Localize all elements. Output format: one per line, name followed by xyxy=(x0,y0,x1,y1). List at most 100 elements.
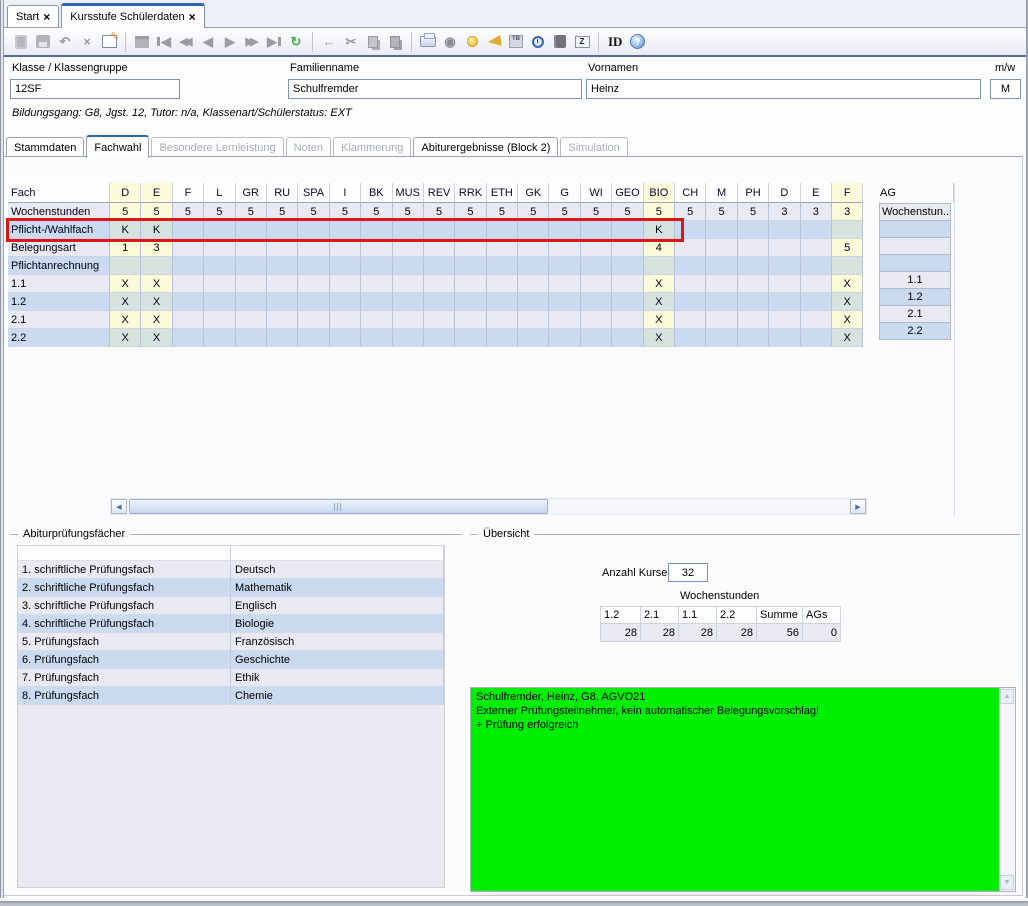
grid-cell[interactable]: 5 xyxy=(204,203,236,221)
grid-cell[interactable] xyxy=(769,275,801,293)
grid-cell[interactable] xyxy=(172,293,205,311)
grid-cell[interactable] xyxy=(831,221,864,239)
timetable-tb-icon[interactable]: TB xyxy=(505,31,527,53)
grid-cell[interactable] xyxy=(549,257,581,275)
grid-cell[interactable] xyxy=(361,275,393,293)
grid-cell[interactable] xyxy=(831,257,864,275)
grid-cell[interactable] xyxy=(423,329,456,347)
grid-cell[interactable] xyxy=(706,239,738,257)
grid-cell[interactable] xyxy=(737,293,770,311)
grid-cell[interactable] xyxy=(800,221,832,239)
grid-cell[interactable] xyxy=(549,221,581,239)
grid-cell[interactable] xyxy=(329,221,362,239)
grid-cell[interactable]: 5 xyxy=(329,203,362,221)
grid-cell[interactable] xyxy=(737,221,770,239)
tab-stammdaten[interactable]: Stammdaten xyxy=(6,137,85,157)
delete-record-icon[interactable]: × xyxy=(76,31,98,53)
clock-icon[interactable] xyxy=(527,31,549,53)
grid-cell[interactable]: 5 xyxy=(110,203,142,221)
grid-cell[interactable] xyxy=(204,311,236,329)
grid-cell[interactable] xyxy=(737,239,770,257)
grid-cell[interactable] xyxy=(235,329,267,347)
grid-cell[interactable]: X xyxy=(643,293,676,311)
grid-cell[interactable] xyxy=(549,311,581,329)
new-record-icon[interactable] xyxy=(10,31,32,53)
grid-cell[interactable] xyxy=(204,257,236,275)
grid-cell[interactable]: 4 xyxy=(643,239,676,257)
grid-cell[interactable] xyxy=(769,257,801,275)
window-tab-start[interactable]: Start × xyxy=(7,5,60,27)
ag-row[interactable] xyxy=(879,220,951,238)
grid-cell[interactable]: X xyxy=(643,275,676,293)
grid-cell[interactable]: 5 xyxy=(549,203,581,221)
grid-cell[interactable]: 3 xyxy=(141,239,173,257)
grid-cell[interactable] xyxy=(423,257,456,275)
grid-cell[interactable] xyxy=(423,239,456,257)
window-tab-kursstufe-sch-lerdaten[interactable]: Kursstufe Schülerdaten × xyxy=(61,3,205,28)
grid-cell[interactable]: 5 xyxy=(737,203,770,221)
exam-row[interactable]: 6. Prüfungsfach Geschichte xyxy=(18,651,444,669)
grid-cell[interactable]: 5 xyxy=(392,203,424,221)
grid-cell[interactable] xyxy=(235,293,267,311)
grid-cell[interactable] xyxy=(361,221,393,239)
grid-cell[interactable] xyxy=(675,257,707,275)
grid-cell[interactable] xyxy=(423,293,456,311)
ag-row[interactable] xyxy=(879,237,951,255)
grid-cell[interactable] xyxy=(423,311,456,329)
grid-cell[interactable] xyxy=(204,221,236,239)
grid-cell[interactable] xyxy=(612,239,644,257)
grid-cell[interactable] xyxy=(706,311,738,329)
grid-cell[interactable]: 5 xyxy=(706,203,738,221)
grid-cell[interactable] xyxy=(737,329,770,347)
grid-cell[interactable] xyxy=(266,239,299,257)
scroll-left-button[interactable]: ◀ xyxy=(111,499,127,514)
grid-cell[interactable] xyxy=(675,293,707,311)
cut-icon[interactable]: ✂ xyxy=(340,31,362,53)
grid-cell[interactable] xyxy=(486,257,519,275)
grid-cell[interactable] xyxy=(518,329,550,347)
grid-cell[interactable]: 5 xyxy=(423,203,456,221)
grid-cell[interactable]: 3 xyxy=(769,203,801,221)
grid-cell[interactable] xyxy=(266,221,299,239)
grid-cell[interactable]: K xyxy=(643,221,676,239)
grid-cell[interactable] xyxy=(329,257,362,275)
grid-cell[interactable] xyxy=(675,329,707,347)
grid-cell[interactable] xyxy=(298,311,330,329)
grid-cell[interactable] xyxy=(580,239,613,257)
grid-cell[interactable] xyxy=(455,311,487,329)
grid-cell[interactable] xyxy=(486,329,519,347)
paste-icon[interactable] xyxy=(384,31,406,53)
grid-cell[interactable]: 5 xyxy=(141,203,173,221)
grid-cell[interactable]: X xyxy=(831,275,864,293)
grid-cell[interactable] xyxy=(518,293,550,311)
grid-cell[interactable]: X xyxy=(110,329,142,347)
grid-cell[interactable]: X xyxy=(831,329,864,347)
grid-cell[interactable]: X xyxy=(831,311,864,329)
id-label[interactable]: ID xyxy=(604,34,626,50)
ag-row[interactable]: 2.2 xyxy=(879,322,951,340)
grid-cell[interactable] xyxy=(800,329,832,347)
tab-fachwahl[interactable]: Fachwahl xyxy=(86,135,150,158)
grid-cell[interactable] xyxy=(361,311,393,329)
scrollbar-thumb[interactable] xyxy=(129,499,548,514)
grid-cell[interactable] xyxy=(392,221,424,239)
grid-cell[interactable]: 5 xyxy=(486,203,519,221)
grid-cell[interactable]: 3 xyxy=(800,203,832,221)
help-icon[interactable]: ? xyxy=(626,31,648,53)
hint-bulb-icon[interactable] xyxy=(461,31,483,53)
grid-cell[interactable] xyxy=(518,311,550,329)
grid-cell[interactable] xyxy=(612,275,644,293)
grid-cell[interactable] xyxy=(486,275,519,293)
fast-forward-icon[interactable]: ▶▶ xyxy=(241,31,263,53)
tab-abiturergebnisse-block-2-[interactable]: Abiturergebnisse (Block 2) xyxy=(413,137,559,157)
edit-record-icon[interactable] xyxy=(98,30,120,53)
ag-row[interactable]: 1.2 xyxy=(879,288,951,306)
grid-cell[interactable] xyxy=(298,257,330,275)
grid-cell[interactable] xyxy=(580,311,613,329)
grid-cell[interactable] xyxy=(706,221,738,239)
grid-cell[interactable] xyxy=(204,239,236,257)
mw-input[interactable] xyxy=(990,79,1021,99)
grid-cell[interactable] xyxy=(580,329,613,347)
grid-cell[interactable] xyxy=(769,329,801,347)
grid-cell[interactable] xyxy=(800,239,832,257)
